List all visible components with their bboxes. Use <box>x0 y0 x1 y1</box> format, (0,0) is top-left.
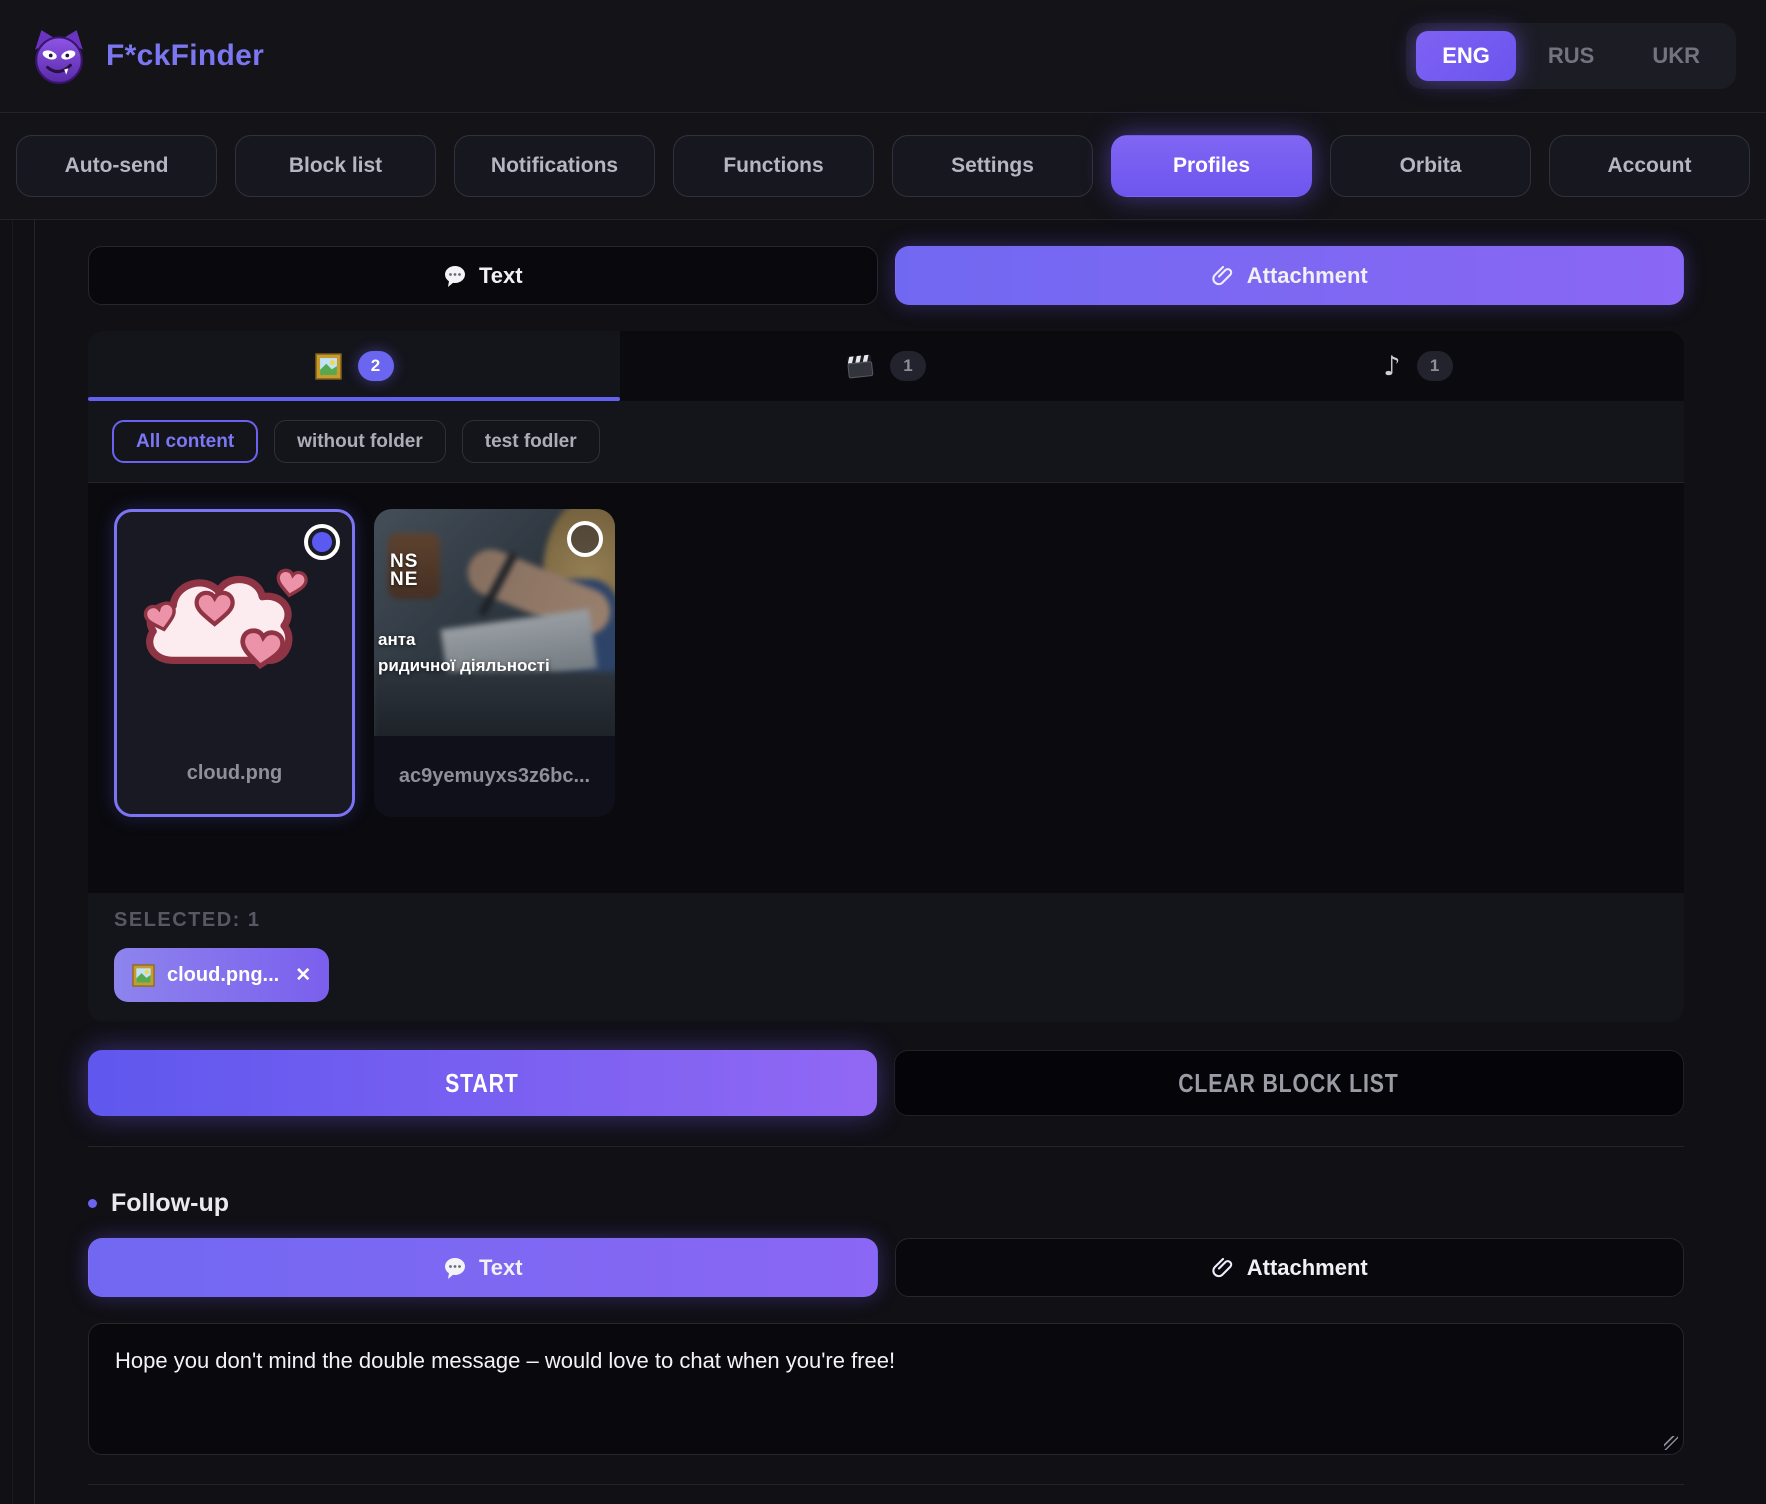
bottom-divider <box>88 1484 1684 1485</box>
folder-chip-without-folder[interactable]: without folder <box>274 420 446 463</box>
attachment-picker-panel: 2 1 ♪ 1 <box>88 331 1684 1022</box>
clear-block-list-button[interactable]: CLEAR BLOCK LIST <box>894 1050 1685 1116</box>
followup-text-label: Text <box>479 1255 523 1281</box>
attachment-mode-button[interactable]: Attachment <box>895 246 1685 305</box>
app-title: F*ckFinder <box>106 39 264 73</box>
paperclip-icon <box>1211 264 1235 288</box>
followup-title: Follow-up <box>111 1189 229 1218</box>
nav-tab-orbita[interactable]: Orbita <box>1330 135 1531 197</box>
selected-count-label: SELECTED: 1 <box>114 909 1658 932</box>
nav-tab-functions[interactable]: Functions <box>673 135 874 197</box>
remove-selected-icon[interactable]: ✕ <box>295 964 311 987</box>
nav-tab-settings[interactable]: Settings <box>892 135 1093 197</box>
media-type-tabs: 2 1 ♪ 1 <box>88 331 1684 401</box>
attachment-mode-label: Attachment <box>1247 263 1368 289</box>
followup-mode-toggle: Text Attachment <box>88 1238 1684 1297</box>
app-header: F*ckFinder ENG RUS UKR <box>0 0 1766 113</box>
followup-text-mode-button[interactable]: Text <box>88 1238 878 1297</box>
text-mode-button[interactable]: Text <box>88 246 878 305</box>
main-nav: Auto-send Block list Notifications Funct… <box>0 113 1766 220</box>
nav-tab-account[interactable]: Account <box>1549 135 1750 197</box>
bullet-icon <box>88 1199 97 1208</box>
followup-header: Follow-up <box>88 1189 1684 1218</box>
followup-message-wrap: Hope you don't mind the double message –… <box>88 1297 1684 1460</box>
language-switcher: ENG RUS UKR <box>1406 23 1736 89</box>
lang-button-ukr[interactable]: UKR <box>1626 31 1726 81</box>
selected-file-name: cloud.png... <box>167 964 279 987</box>
left-hairline <box>12 220 13 1504</box>
main-region: Text Attachment 2 <box>0 220 1766 1504</box>
media-filename: ac9yemuyxs3z6bc... <box>374 736 615 817</box>
folder-chip-test-fodler[interactable]: test fodler <box>462 420 600 463</box>
nav-tab-block-list[interactable]: Block list <box>235 135 436 197</box>
media-grid: cloud.png NS NE <box>88 483 1684 893</box>
music-note-icon: ♪ <box>1383 351 1400 382</box>
media-filename: cloud.png <box>117 733 352 814</box>
profiles-content: Text Attachment 2 <box>88 220 1684 1504</box>
message-mode-toggle: Text Attachment <box>88 246 1684 305</box>
photo-caption-text: анта ридичної діяльності <box>378 627 550 678</box>
media-card-photo[interactable]: NS NE анта ридичної діяльності ac9yemuyx… <box>374 509 615 817</box>
folder-chip-all-content[interactable]: All content <box>112 420 258 463</box>
followup-attachment-label: Attachment <box>1247 1255 1368 1281</box>
folder-filter-row: All content without folder test fodler <box>88 401 1684 483</box>
speech-bubble-icon <box>443 264 467 288</box>
media-card-cloud[interactable]: cloud.png <box>114 509 355 817</box>
selected-summary: SELECTED: 1 cloud.png... ✕ <box>88 893 1684 1022</box>
text-mode-label: Text <box>479 263 523 289</box>
followup-message-input[interactable]: Hope you don't mind the double message –… <box>88 1323 1684 1455</box>
lang-button-rus[interactable]: RUS <box>1522 31 1620 81</box>
active-tab-underline <box>88 397 620 401</box>
nav-tab-notifications[interactable]: Notifications <box>454 135 655 197</box>
photo-logo-text: NS NE <box>390 553 418 589</box>
media-radio-selected[interactable] <box>304 524 340 560</box>
devil-icon <box>30 27 88 85</box>
nav-tab-auto-send[interactable]: Auto-send <box>16 135 217 197</box>
image-icon <box>132 964 155 987</box>
actions-row: START CLEAR BLOCK LIST <box>88 1050 1684 1116</box>
followup-attachment-mode-button[interactable]: Attachment <box>895 1238 1685 1297</box>
start-button[interactable]: START <box>88 1050 877 1116</box>
speech-bubble-icon <box>443 1256 467 1280</box>
nav-tab-profiles[interactable]: Profiles <box>1111 135 1312 197</box>
panel-left-border <box>34 220 35 1504</box>
images-count-badge: 2 <box>358 351 394 381</box>
paperclip-icon <box>1211 1256 1235 1280</box>
videos-count-badge: 1 <box>890 351 926 381</box>
selected-file-chip[interactable]: cloud.png... ✕ <box>114 948 329 1002</box>
section-divider <box>88 1146 1684 1147</box>
audio-count-badge: 1 <box>1417 351 1453 381</box>
tab-images[interactable]: 2 <box>88 331 620 401</box>
media-radio-unselected[interactable] <box>567 521 603 557</box>
clapperboard-icon <box>846 352 874 380</box>
image-icon <box>315 353 342 380</box>
lang-button-eng[interactable]: ENG <box>1416 31 1516 81</box>
tab-videos[interactable]: 1 <box>620 331 1152 401</box>
tab-audio[interactable]: ♪ 1 <box>1152 331 1684 401</box>
